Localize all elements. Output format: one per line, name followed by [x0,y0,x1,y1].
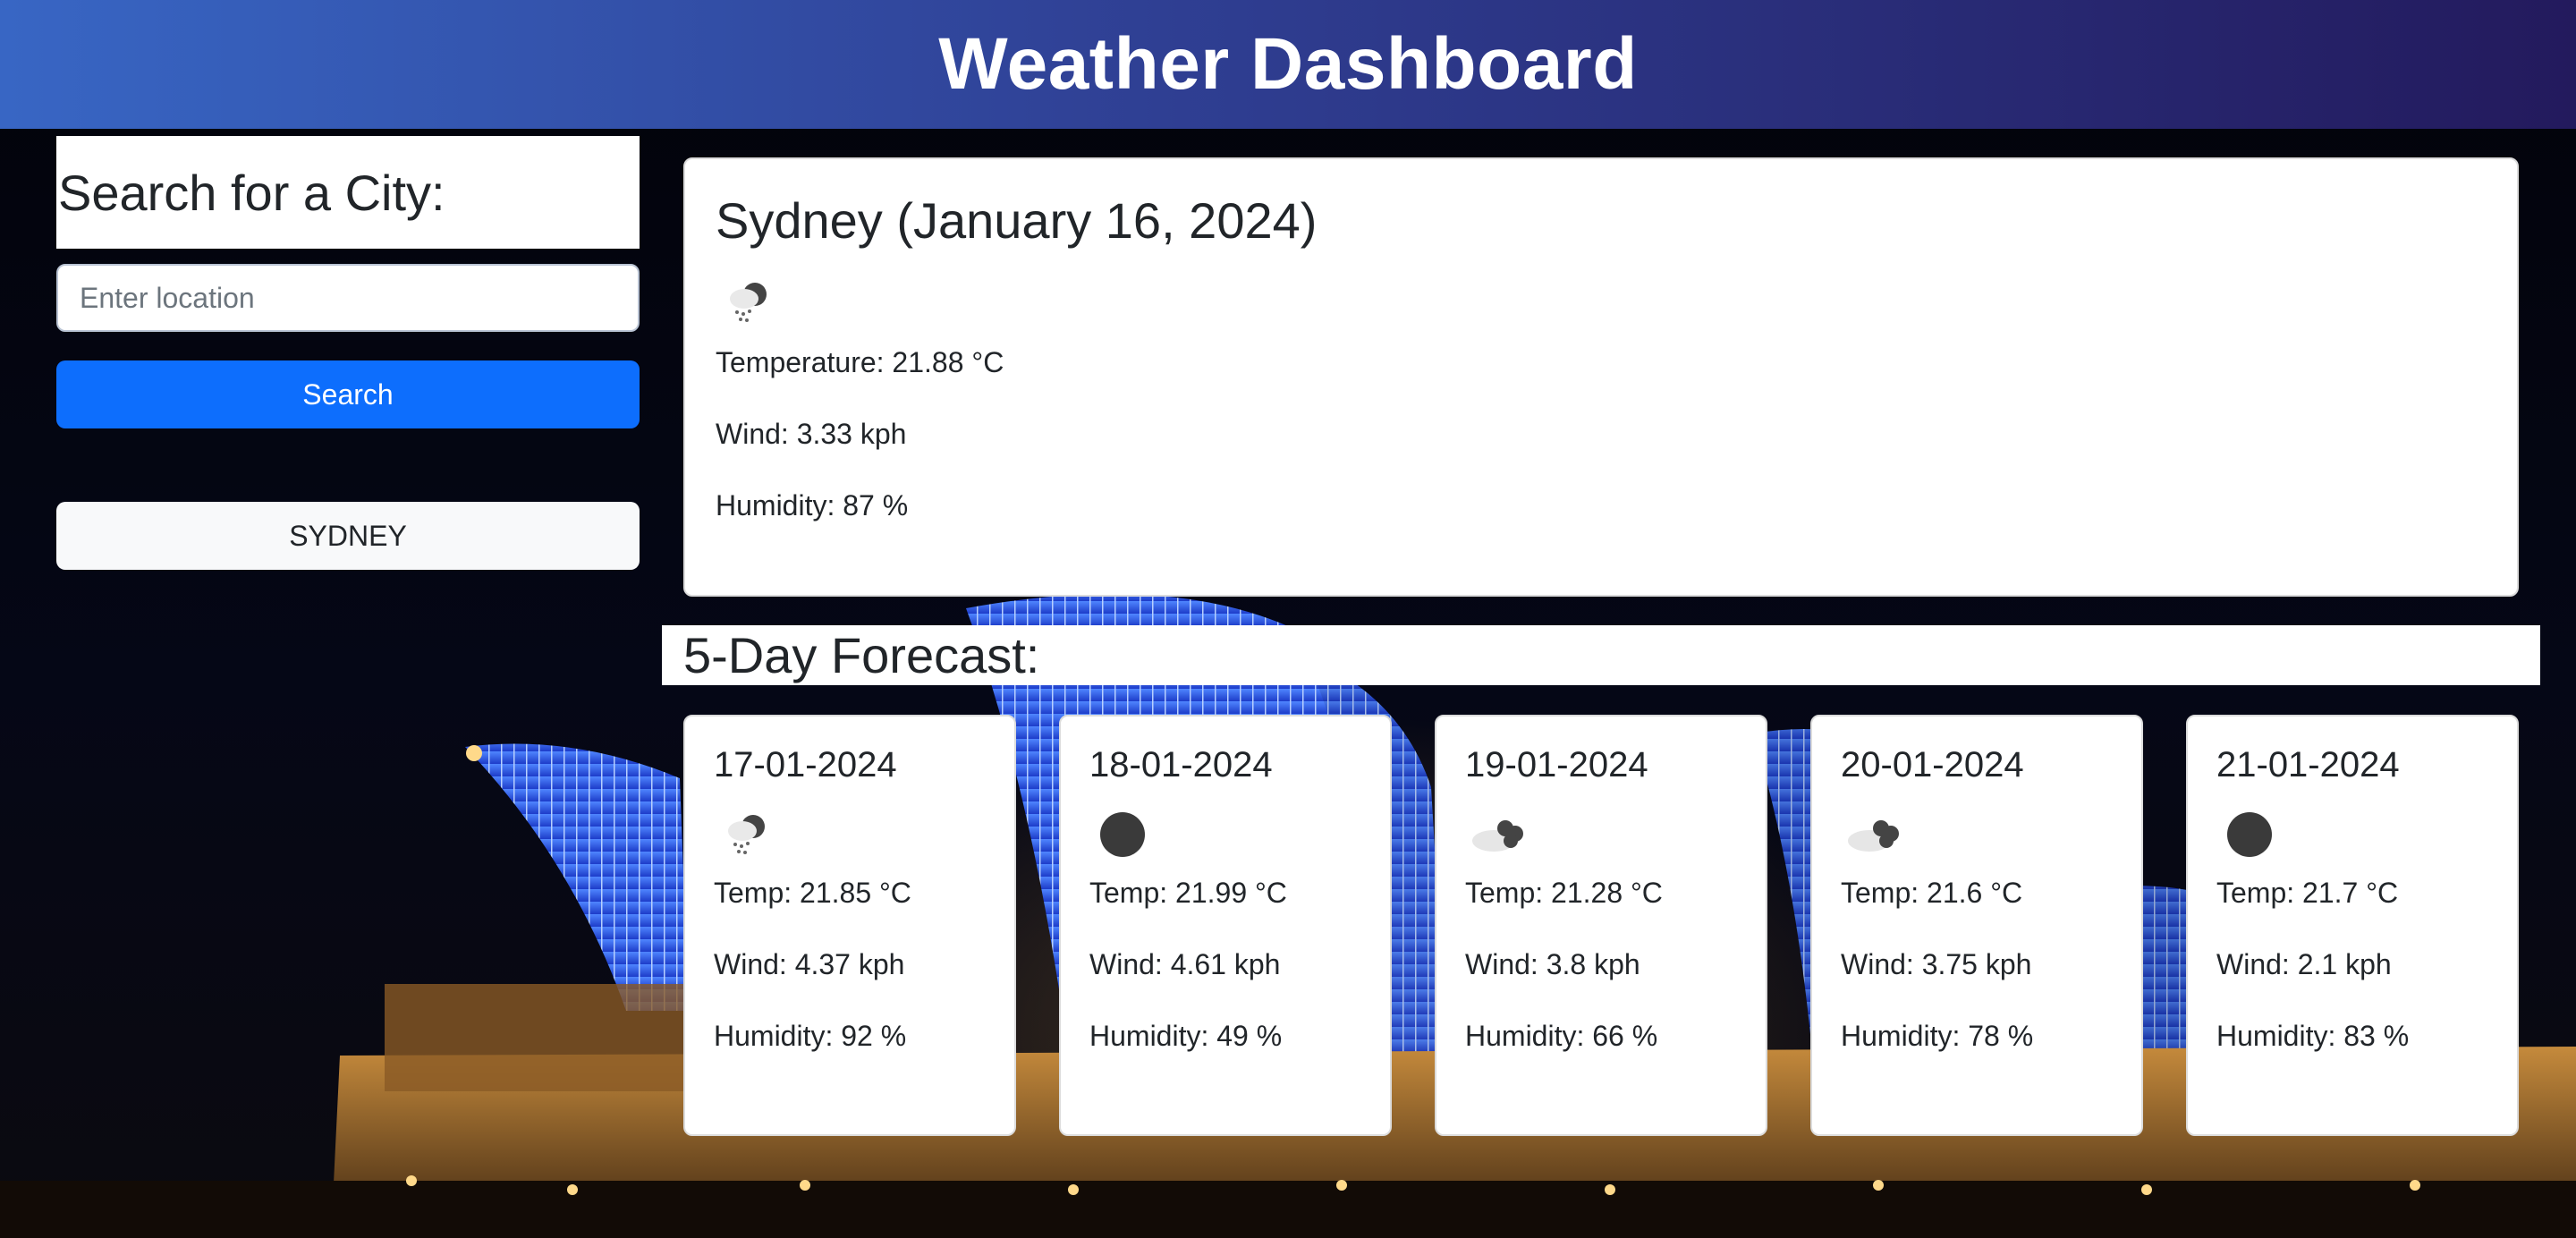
forecast-wind: Wind: 4.61 kph [1089,948,1281,980]
forecast-heading: 5-Day Forecast: [662,625,2540,685]
current-city-title: Sydney (January 16, 2024) [716,192,1318,249]
search-button[interactable]: Search [56,360,640,428]
forecast-humidity: Humidity: 92 % [714,1020,907,1052]
forecast-card-day-5: 21-01-2024 Temp: 21.7 °C Wind: 2.1 kph H… [2186,715,2519,1136]
forecast-date: 17-01-2024 [714,745,897,784]
rain-cloud-icon [728,815,765,854]
forecast-card-day-1: 17-01-2024 Temp: 21.85 °C Wind: 4.37 kph… [683,715,1016,1136]
forecast-wind: Wind: 2.1 kph [2216,948,2392,980]
forecast-date: 20-01-2024 [1841,745,2024,784]
forecast-temp: Temp: 21.28 °C [1465,877,1663,909]
forecast-wind: Wind: 3.8 kph [1465,948,1640,980]
forecast-card-day-3: 19-01-2024 Temp: 21.28 °C Wind: 3.8 kph … [1435,715,1767,1136]
forecast-temp: Temp: 21.99 °C [1089,877,1287,909]
rain-cloud-icon [730,283,767,322]
current-temperature: Temperature: 21.88 °C [716,346,1004,378]
forecast-heading-text: 5-Day Forecast: [683,627,1040,683]
current-humidity: Humidity: 87 % [716,489,909,521]
forecast-date: 19-01-2024 [1465,745,1648,784]
forecast-card-day-4: 20-01-2024 Temp: 21.6 °C Wind: 3.75 kph … [1810,715,2143,1136]
search-heading-text: Search for a City: [58,164,445,221]
search-input[interactable] [56,264,640,332]
forecast-date: 21-01-2024 [2216,745,2400,784]
app-header: Weather Dashboard [0,0,2576,129]
history-button-sydney[interactable]: SYDNEY [56,502,640,570]
forecast-temp: Temp: 21.6 °C [1841,877,2023,909]
overcast-icon [2227,812,2272,857]
overcast-icon [1100,812,1145,857]
forecast-wind: Wind: 3.75 kph [1841,948,2032,980]
forecast-temp: Temp: 21.7 °C [2216,877,2399,909]
app-title: Weather Dashboard [938,23,1638,105]
forecast-humidity: Humidity: 66 % [1465,1020,1658,1052]
broken-clouds-icon [1848,820,1899,852]
forecast-humidity: Humidity: 78 % [1841,1020,2034,1052]
forecast-humidity: Humidity: 49 % [1089,1020,1283,1052]
forecast-card-day-2: 18-01-2024 Temp: 21.99 °C Wind: 4.61 kph… [1059,715,1392,1136]
broken-clouds-icon [1472,820,1523,852]
forecast-wind: Wind: 4.37 kph [714,948,905,980]
current-weather-card: Sydney (January 16, 2024) Temperature: 2… [683,157,2519,597]
current-wind: Wind: 3.33 kph [716,418,907,450]
search-heading: Search for a City: [56,136,640,249]
forecast-temp: Temp: 21.85 °C [714,877,911,909]
forecast-humidity: Humidity: 83 % [2216,1020,2410,1052]
forecast-date: 18-01-2024 [1089,745,1273,784]
